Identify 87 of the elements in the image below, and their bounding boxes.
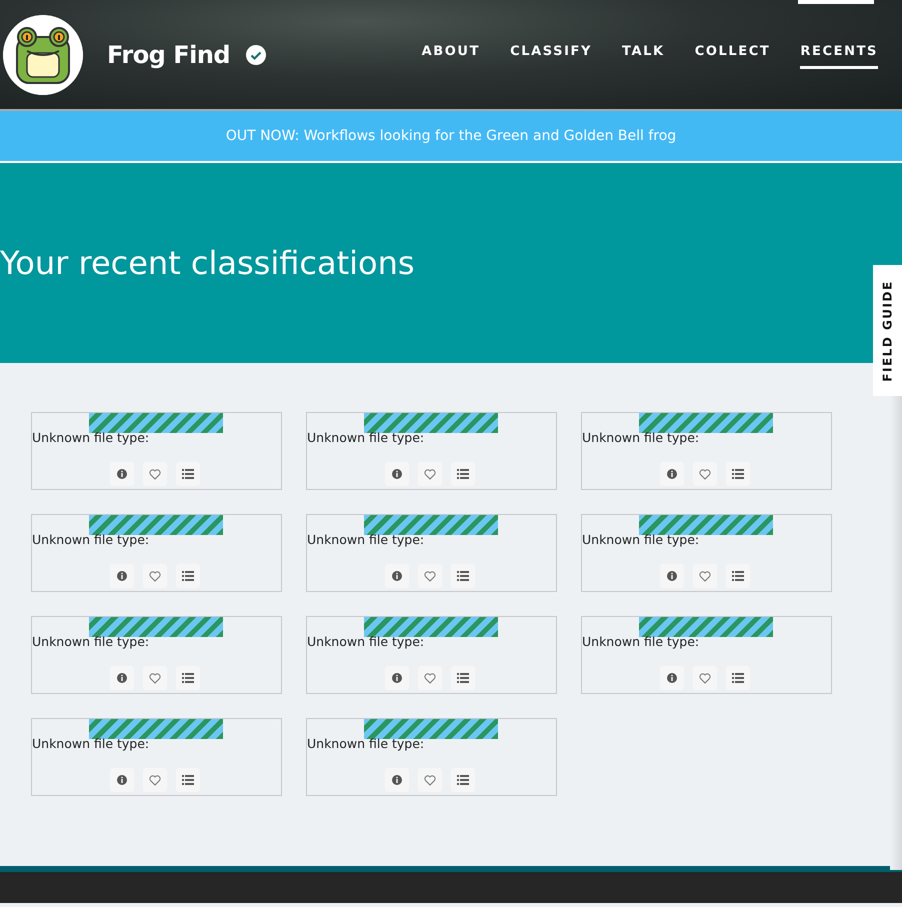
- list-icon: [457, 775, 469, 785]
- list-icon: [457, 469, 469, 479]
- info-icon: [117, 673, 127, 683]
- info-button[interactable]: [660, 564, 684, 588]
- info-button[interactable]: [110, 564, 134, 588]
- info-icon: [667, 673, 677, 683]
- file-type-message: Unknown file type:: [32, 429, 150, 447]
- favorite-button[interactable]: [418, 462, 442, 486]
- info-button[interactable]: [110, 462, 134, 486]
- collect-button[interactable]: [451, 768, 475, 792]
- file-type-message: Unknown file type:: [582, 633, 700, 651]
- file-type-message: Unknown file type:: [582, 531, 700, 549]
- nav-link[interactable]: COLLECT: [694, 42, 770, 69]
- nav-link[interactable]: RECENTS: [800, 42, 878, 69]
- frog-logo-icon[interactable]: [3, 14, 83, 94]
- info-button[interactable]: [110, 768, 134, 792]
- heart-icon: [699, 468, 711, 480]
- collect-button[interactable]: [176, 564, 200, 588]
- list-icon: [182, 469, 194, 479]
- collect-button[interactable]: [451, 564, 475, 588]
- info-button[interactable]: [660, 666, 684, 690]
- file-type-message: Unknown file type:: [32, 633, 150, 651]
- list-icon: [457, 673, 469, 683]
- info-icon: [667, 469, 677, 479]
- nav-link[interactable]: TALK: [622, 42, 665, 69]
- list-icon: [732, 673, 744, 683]
- collect-button[interactable]: [176, 462, 200, 486]
- heart-icon: [149, 672, 161, 684]
- collect-button[interactable]: [726, 564, 750, 588]
- favorite-button[interactable]: [143, 666, 167, 690]
- heart-icon: [424, 672, 436, 684]
- list-icon: [732, 469, 744, 479]
- info-icon: [117, 571, 127, 581]
- collect-button[interactable]: [451, 666, 475, 690]
- info-button[interactable]: [385, 564, 409, 588]
- project-title[interactable]: Frog Find: [107, 36, 230, 72]
- collect-button[interactable]: [451, 462, 475, 486]
- favorite-button[interactable]: [693, 666, 717, 690]
- info-icon: [667, 571, 677, 581]
- heart-icon: [149, 774, 161, 786]
- heart-icon: [149, 468, 161, 480]
- list-icon: [457, 571, 469, 581]
- heart-icon: [424, 774, 436, 786]
- favorite-button[interactable]: [143, 462, 167, 486]
- favorite-button[interactable]: [143, 564, 167, 588]
- list-icon: [182, 673, 194, 683]
- file-type-message: Unknown file type:: [307, 429, 424, 447]
- page-heading: Your recent classifications: [0, 244, 415, 282]
- file-type-message: Unknown file type:: [32, 531, 150, 549]
- list-icon: [732, 571, 744, 581]
- file-type-message: Unknown file type:: [307, 735, 424, 753]
- nav-link[interactable]: CLASSIFY: [510, 42, 592, 69]
- heart-icon: [699, 672, 711, 684]
- collect-button[interactable]: [726, 666, 750, 690]
- nav-link[interactable]: ABOUT: [422, 42, 480, 69]
- info-icon: [117, 469, 127, 479]
- favorite-button[interactable]: [418, 768, 442, 792]
- favorite-button[interactable]: [143, 768, 167, 792]
- collect-button[interactable]: [726, 462, 750, 486]
- file-type-message: Unknown file type:: [307, 531, 424, 549]
- info-icon: [392, 775, 402, 785]
- favorite-button[interactable]: [693, 564, 717, 588]
- info-icon: [392, 673, 402, 683]
- file-type-message: Unknown file type:: [582, 429, 700, 447]
- heart-icon: [424, 468, 436, 480]
- info-icon: [392, 571, 402, 581]
- info-button[interactable]: [385, 462, 409, 486]
- file-type-message: Unknown file type:: [32, 735, 150, 753]
- collect-button[interactable]: [176, 768, 200, 792]
- favorite-button[interactable]: [418, 564, 442, 588]
- info-button[interactable]: [385, 768, 409, 792]
- info-icon: [392, 469, 402, 479]
- heart-icon: [424, 570, 436, 582]
- info-button[interactable]: [385, 666, 409, 690]
- favorite-button[interactable]: [693, 462, 717, 486]
- list-icon: [182, 571, 194, 581]
- favorite-button[interactable]: [418, 666, 442, 690]
- info-button[interactable]: [110, 666, 134, 690]
- heart-icon: [149, 570, 161, 582]
- list-icon: [182, 775, 194, 785]
- info-button[interactable]: [660, 462, 684, 486]
- file-type-message: Unknown file type:: [307, 633, 424, 651]
- info-icon: [117, 775, 127, 785]
- collect-button[interactable]: [176, 666, 200, 690]
- heart-icon: [699, 570, 711, 582]
- field-guide-tab[interactable]: FIELD GUIDE: [873, 265, 902, 396]
- announcement-text: OUT NOW: Workflows looking for the Green and Golden Bell frog: [226, 126, 676, 146]
